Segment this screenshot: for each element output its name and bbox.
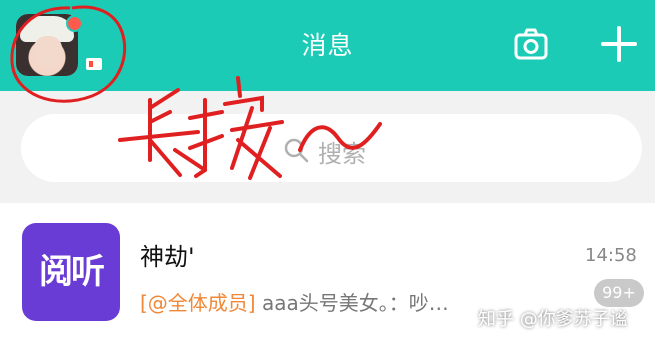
page-title: 消息: [301, 31, 354, 60]
message-preview: [@全体成员] aaa头号美女。：吵…: [140, 287, 449, 316]
plus-icon[interactable]: [601, 26, 637, 62]
watermark: 知乎 @你爹苏子谧: [478, 309, 628, 330]
yueting-app-icon: 阅听: [22, 223, 120, 321]
camera-icon[interactable]: [514, 28, 548, 60]
conversation-time: 14:58: [585, 245, 637, 266]
search-placeholder: 搜索: [318, 140, 366, 168]
unread-badge: 99+: [594, 279, 644, 307]
conversation-name: 神劫': [140, 243, 195, 271]
message-text: aaa头号美女。：吵…: [255, 291, 449, 315]
mention-tag: [@全体成员]: [140, 291, 256, 315]
top-bar: 消息: [0, 0, 655, 91]
search-icon: [284, 138, 309, 163]
